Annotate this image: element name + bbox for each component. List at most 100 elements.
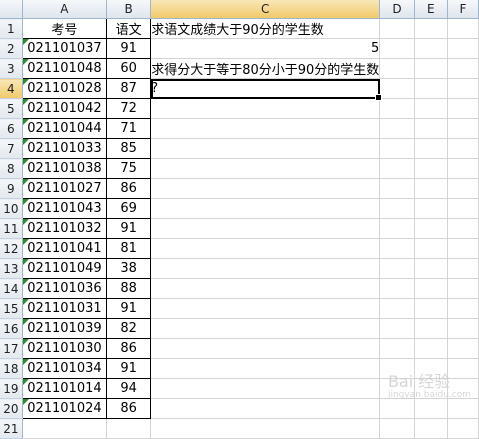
cell-b16[interactable]: 82: [106, 318, 152, 339]
cell-a7[interactable]: 021101033: [21, 138, 108, 159]
row-header[interactable]: 15: [0, 298, 23, 319]
cell-d4[interactable]: [379, 78, 415, 99]
cell-a6[interactable]: 021101044: [21, 118, 108, 139]
cell-b15[interactable]: 91: [106, 298, 152, 319]
cell-f15[interactable]: [447, 298, 479, 319]
cell-c10[interactable]: [150, 198, 381, 219]
row-header[interactable]: 6: [0, 118, 23, 139]
column-header-f[interactable]: F: [447, 0, 479, 19]
cell-e8[interactable]: [414, 158, 449, 179]
cell-a16[interactable]: 021101039: [21, 318, 108, 339]
cell-f4[interactable]: [447, 78, 479, 99]
cell-c9[interactable]: [150, 178, 381, 199]
cell-d10[interactable]: [379, 198, 415, 219]
cell-f11[interactable]: [447, 218, 479, 239]
cell-a18[interactable]: 021101034: [21, 358, 108, 379]
row-header[interactable]: 14: [0, 278, 23, 299]
row-header[interactable]: 11: [0, 218, 23, 239]
cell-e4[interactable]: [414, 78, 449, 99]
cell-c16[interactable]: [150, 318, 381, 339]
cell-c19[interactable]: [150, 378, 381, 399]
cell-e21[interactable]: [414, 418, 449, 439]
cell-d6[interactable]: [379, 118, 415, 139]
cell-f17[interactable]: [447, 338, 479, 359]
cell-c8[interactable]: [150, 158, 381, 179]
cell-c14[interactable]: [150, 278, 381, 299]
cell-a11[interactable]: 021101032: [21, 218, 108, 239]
cell-f7[interactable]: [447, 138, 479, 159]
cell-b3[interactable]: 60: [106, 58, 152, 79]
cell-d16[interactable]: [379, 318, 415, 339]
cell-c3[interactable]: 求得分大于等于80分小于90分的学生数: [150, 58, 381, 79]
row-header[interactable]: 16: [0, 318, 23, 339]
cell-f3[interactable]: [447, 58, 479, 79]
cell-a2[interactable]: 021101037: [21, 38, 108, 59]
cell-f9[interactable]: [447, 178, 479, 199]
cell-e13[interactable]: [414, 258, 449, 279]
cell-f16[interactable]: [447, 318, 479, 339]
cell-c6[interactable]: [150, 118, 381, 139]
row-header[interactable]: 8: [0, 158, 23, 179]
row-header[interactable]: 4: [0, 78, 23, 99]
cell-a12[interactable]: 021101041: [21, 238, 108, 259]
row-header[interactable]: 7: [0, 138, 23, 159]
row-header[interactable]: 12: [0, 238, 23, 259]
cell-f5[interactable]: [447, 98, 479, 119]
cell-c5[interactable]: [150, 98, 381, 119]
cell-f2[interactable]: [447, 38, 479, 59]
cell-c2[interactable]: 5: [150, 38, 381, 59]
cell-c20[interactable]: [150, 398, 381, 419]
cell-d15[interactable]: [379, 298, 415, 319]
cell-b2[interactable]: 91: [106, 38, 152, 59]
cell-d5[interactable]: [379, 98, 415, 119]
column-header-c[interactable]: C: [150, 0, 381, 19]
cell-a14[interactable]: 021101036: [21, 278, 108, 299]
row-header[interactable]: 10: [0, 198, 23, 219]
cell-b5[interactable]: 72: [106, 98, 152, 119]
cell-f6[interactable]: [447, 118, 479, 139]
cell-a5[interactable]: 021101042: [21, 98, 108, 119]
cell-c12[interactable]: [150, 238, 381, 259]
cell-b13[interactable]: 38: [106, 258, 152, 279]
cell-a19[interactable]: 021101014: [21, 378, 108, 399]
cell-b12[interactable]: 81: [106, 238, 152, 259]
cell-f21[interactable]: [447, 418, 479, 439]
row-header[interactable]: 9: [0, 178, 23, 199]
row-header[interactable]: 13: [0, 258, 23, 279]
cell-c1[interactable]: 求语文成绩大于90分的学生数: [150, 18, 381, 39]
cell-b7[interactable]: 85: [106, 138, 152, 159]
cell-d14[interactable]: [379, 278, 415, 299]
row-header[interactable]: 20: [0, 398, 23, 419]
cell-b6[interactable]: 71: [106, 118, 152, 139]
cell-c11[interactable]: [150, 218, 381, 239]
cell-d12[interactable]: [379, 238, 415, 259]
select-all-corner[interactable]: [0, 0, 23, 19]
cell-f12[interactable]: [447, 238, 479, 259]
cell-d8[interactable]: [379, 158, 415, 179]
cell-b18[interactable]: 91: [106, 358, 152, 379]
cell-e17[interactable]: [414, 338, 449, 359]
row-header[interactable]: 5: [0, 98, 23, 119]
cell-d20[interactable]: [379, 398, 415, 419]
cell-d9[interactable]: [379, 178, 415, 199]
cell-c17[interactable]: [150, 338, 381, 359]
cell-e9[interactable]: [414, 178, 449, 199]
cell-a21[interactable]: [22, 418, 108, 439]
cell-a8[interactable]: 021101038: [21, 158, 108, 179]
cell-d2[interactable]: [379, 38, 415, 59]
cell-c7[interactable]: [150, 138, 381, 159]
cell-a17[interactable]: 021101030: [21, 338, 108, 359]
cell-b14[interactable]: 88: [106, 278, 152, 299]
cell-c15[interactable]: [150, 298, 381, 319]
cell-e10[interactable]: [414, 198, 449, 219]
cell-e12[interactable]: [414, 238, 449, 259]
cell-e14[interactable]: [414, 278, 449, 299]
cell-f1[interactable]: [447, 18, 479, 39]
column-header-d[interactable]: D: [379, 0, 415, 19]
cell-f10[interactable]: [447, 198, 479, 219]
cell-d13[interactable]: [379, 258, 415, 279]
cell-e15[interactable]: [414, 298, 449, 319]
cell-f13[interactable]: [447, 258, 479, 279]
cell-e5[interactable]: [414, 98, 449, 119]
cell-a10[interactable]: 021101043: [21, 198, 108, 219]
